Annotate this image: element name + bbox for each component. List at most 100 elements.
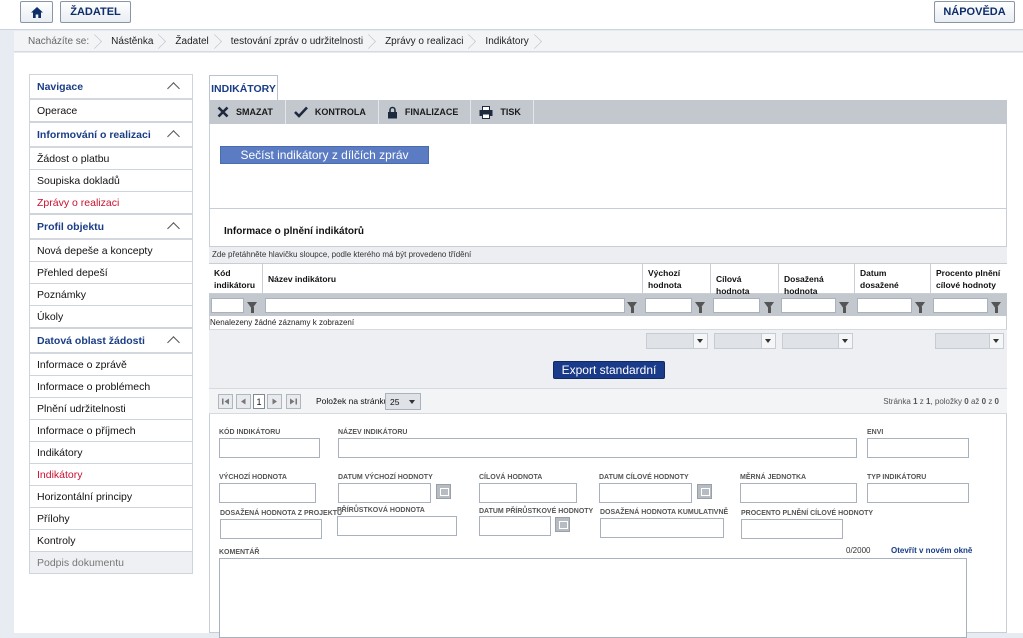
calendar-icon[interactable]	[697, 484, 712, 499]
sidebar-item-indikatory[interactable]: Indikátory	[29, 442, 193, 464]
chevron-down-icon[interactable]	[761, 334, 775, 348]
cilova-hodnota-label: CÍLOVÁ HODNOTA	[479, 474, 543, 481]
dosazena-hodnota-field[interactable]	[220, 519, 322, 539]
chevron-down-icon[interactable]	[838, 334, 852, 348]
otevrit-v-novem-okne-link[interactable]: Otevřít v novém okně	[891, 546, 972, 555]
dosazena-kumulativne-field[interactable]	[600, 518, 724, 538]
chevron-up-icon[interactable]	[167, 130, 180, 143]
sidebar-item-soupiska-dokladu[interactable]: Soupiska dokladů	[29, 170, 193, 192]
last-page-button[interactable]	[286, 394, 301, 409]
sidebar-item-kontroly[interactable]: Kontroly	[29, 530, 193, 552]
breadcrumb-item-testovani[interactable]: testování zpráv o udržitelnosti	[221, 31, 375, 52]
column-header-procento[interactable]: Procento plnění cílové hodnoty	[931, 264, 1007, 294]
sidebar-section-datova-oblast[interactable]: Datová oblast žádosti	[29, 328, 193, 354]
filter-icon[interactable]	[247, 302, 257, 313]
datum-prirustkove-field[interactable]	[479, 516, 551, 536]
column-header-cilova[interactable]: Cílová hodnota	[711, 264, 779, 296]
column-header-dosazena[interactable]: Dosažená hodnota	[779, 264, 855, 296]
vychozi-hodnota-field[interactable]	[219, 483, 316, 503]
sidebar-section-title: Profil objektu	[37, 220, 105, 233]
komentar-textarea[interactable]	[219, 558, 967, 638]
next-page-button[interactable]	[267, 394, 282, 409]
datum-vychozi-field[interactable]	[338, 483, 431, 503]
chevron-down-icon[interactable]	[693, 334, 707, 348]
typ-indikatoru-field[interactable]	[867, 483, 969, 503]
first-page-button[interactable]	[218, 394, 233, 409]
tisk-button[interactable]: TISK	[471, 100, 534, 124]
pager-summary-count: 0	[994, 397, 999, 406]
column-header-datum[interactable]: Datum dosažené hodnoty	[855, 264, 931, 302]
filter-input-kod[interactable]	[211, 298, 244, 313]
page-number[interactable]: 1	[253, 394, 265, 409]
aggregate-dropdown[interactable]	[935, 333, 1004, 349]
prirustkova-hodnota-field[interactable]	[337, 516, 457, 536]
sidebar-item-nova-depese[interactable]: Nová depeše a koncepty	[29, 240, 193, 262]
column-header-vychozi[interactable]: Výchozí hodnota	[643, 264, 711, 294]
delete-x-icon	[217, 106, 229, 118]
chevron-up-icon[interactable]	[167, 82, 180, 95]
per-page-select[interactable]: 25	[385, 393, 421, 410]
chevron-down-icon[interactable]	[989, 334, 1003, 348]
filter-icon[interactable]	[695, 302, 705, 313]
sidebar-section-navigace[interactable]: Navigace	[29, 74, 193, 100]
nazev-indikatoru-field[interactable]	[338, 438, 857, 458]
filter-input-datum[interactable]	[857, 298, 912, 313]
export-standardni-button[interactable]: Export standardní	[553, 361, 665, 379]
chevron-up-icon[interactable]	[167, 336, 180, 349]
sidebar-item-horizontalni-principy[interactable]: Horizontální principy	[29, 486, 193, 508]
filter-input-nazev[interactable]	[265, 298, 625, 313]
sidebar-item-prehled-depesi[interactable]: Přehled depeší	[29, 262, 193, 284]
sidebar-item-zpravy-o-realizaci[interactable]: Zprávy o realizaci	[29, 192, 193, 214]
filter-icon[interactable]	[839, 302, 849, 313]
home-button[interactable]	[20, 1, 53, 23]
sidebar-item-poznamky[interactable]: Poznámky	[29, 284, 193, 306]
filter-icon[interactable]	[991, 302, 1001, 313]
filter-input-cilova[interactable]	[713, 298, 760, 313]
filter-input-dosazena[interactable]	[781, 298, 836, 313]
breadcrumb-item-zadatel[interactable]: Žadatel	[165, 31, 220, 52]
sidebar-section-informovani[interactable]: Informování o realizaci	[29, 122, 193, 148]
filter-icon[interactable]	[627, 302, 637, 313]
sidebar-item-ukoly[interactable]: Úkoly	[29, 306, 193, 328]
breadcrumb-item-nastenka[interactable]: Nástěnka	[101, 31, 165, 52]
procento-plneni-label: PROCENTO PLNĚNÍ CÍLOVÉ HODNOTY	[741, 510, 874, 517]
filter-input-procento[interactable]	[933, 298, 988, 313]
secist-indikatory-button[interactable]: Sečíst indikátory z dílčích zpráv	[220, 146, 429, 164]
smazat-button[interactable]: SMAZAT	[209, 100, 286, 124]
sidebar-item-prilohy[interactable]: Přílohy	[29, 508, 193, 530]
sidebar-item-plneni-udrzitelnosti[interactable]: Plnění udržitelnosti	[29, 398, 193, 420]
cilova-hodnota-field[interactable]	[479, 483, 577, 503]
kontrola-button[interactable]: KONTROLA	[286, 100, 379, 124]
sidebar-item-zadost-o-platbu[interactable]: Žádost o platbu	[29, 148, 193, 170]
finalizace-button[interactable]: FINALIZACE	[379, 100, 472, 124]
pager-summary-of: z	[919, 397, 924, 406]
datum-cilove-field[interactable]	[599, 483, 692, 503]
filter-icon[interactable]	[915, 302, 925, 313]
breadcrumb-item-zpravy[interactable]: Zprávy o realizaci	[375, 31, 475, 52]
calendar-icon[interactable]	[436, 484, 451, 499]
filter-icon[interactable]	[764, 302, 774, 313]
column-header-nazev[interactable]: Název indikátoru	[263, 264, 643, 294]
filter-input-vychozi[interactable]	[645, 298, 692, 313]
column-header-kod[interactable]: Kód indikátoru	[209, 264, 263, 294]
tab-indikatory[interactable]: INDIKÁTORY	[209, 75, 278, 101]
merna-jednotka-field[interactable]	[740, 483, 857, 503]
sidebar-item-informace-o-prijmech[interactable]: Informace o příjmech	[29, 420, 193, 442]
sidebar-item-operace[interactable]: Operace	[29, 100, 193, 122]
first-page-icon	[222, 398, 229, 405]
envi-field[interactable]	[867, 438, 969, 458]
calendar-icon[interactable]	[555, 517, 570, 532]
sidebar-section-profil-objektu[interactable]: Profil objektu	[29, 214, 193, 240]
aggregate-dropdown[interactable]	[714, 333, 776, 349]
zadatel-button[interactable]: ŽADATEL	[60, 1, 131, 23]
prev-page-button[interactable]	[236, 394, 251, 409]
sidebar-item-informace-o-problemech[interactable]: Informace o problémech	[29, 376, 193, 398]
napoveda-button[interactable]: NÁPOVĚDA	[934, 1, 1015, 23]
sidebar-item-indikatory-active[interactable]: Indikátory	[29, 464, 193, 486]
procento-plneni-field[interactable]	[741, 519, 843, 539]
kod-indikatoru-field[interactable]	[219, 438, 320, 458]
aggregate-dropdown[interactable]	[782, 333, 853, 349]
sidebar-item-informace-o-zprave[interactable]: Informace o zprávě	[29, 354, 193, 376]
chevron-up-icon[interactable]	[167, 222, 180, 235]
aggregate-dropdown[interactable]	[646, 333, 708, 349]
